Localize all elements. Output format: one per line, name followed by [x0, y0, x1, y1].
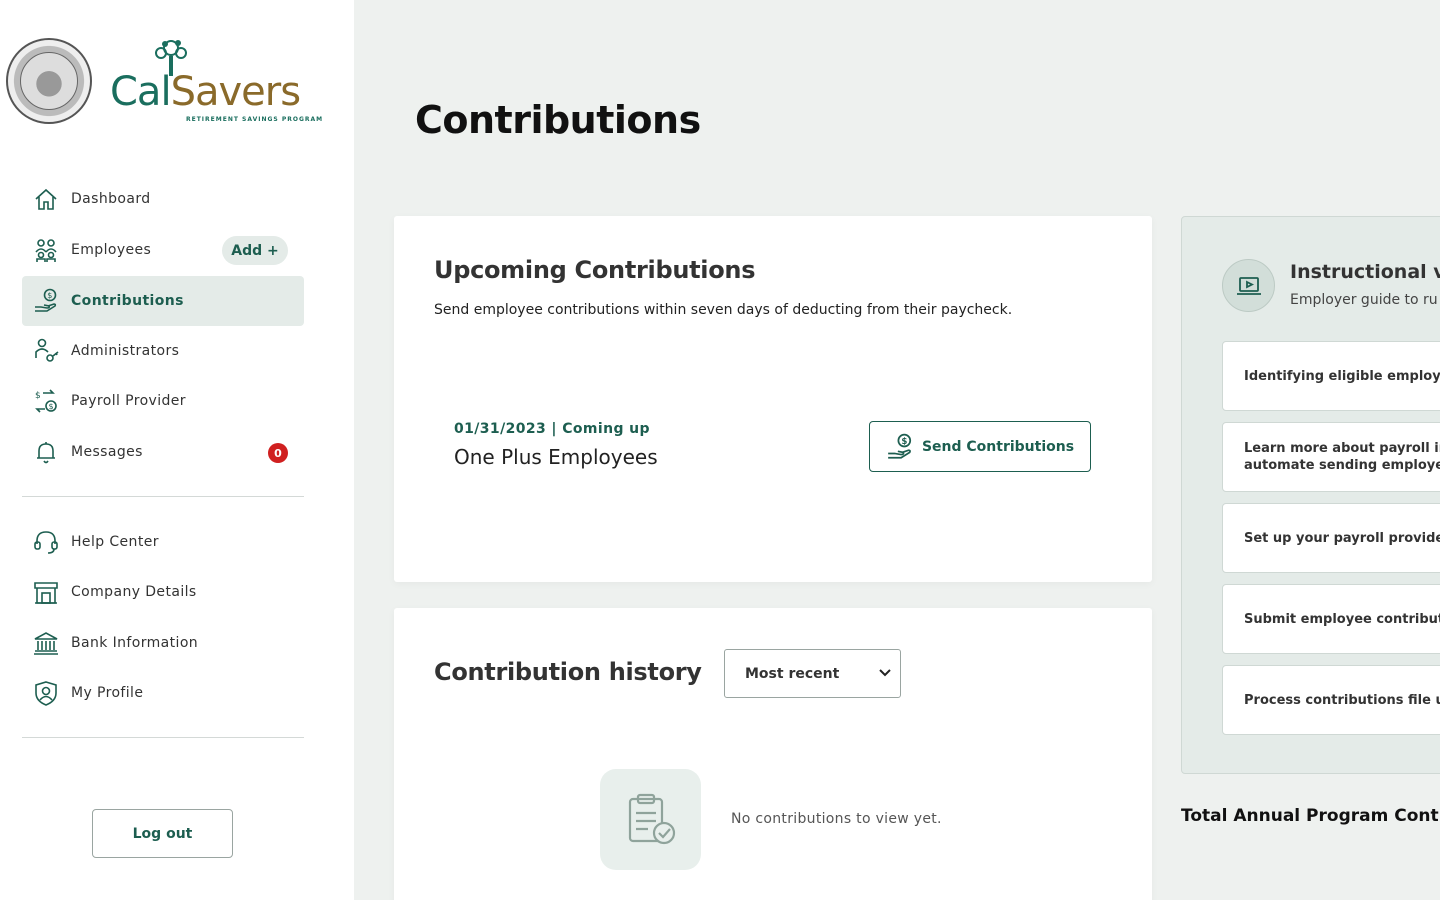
chevron-down-icon	[879, 669, 891, 677]
video-link-submit-contributions[interactable]: Submit employee contribut	[1222, 584, 1440, 654]
send-contributions-button[interactable]: $ Send Contributions	[869, 421, 1091, 472]
svg-text:$: $	[901, 436, 907, 446]
upcoming-contributions-description: Send employee contributions within seven…	[434, 302, 1013, 318]
send-contributions-label: Send Contributions	[921, 438, 1075, 455]
sidebar-item-contributions[interactable]: $ Contributions	[22, 276, 304, 326]
sidebar-item-my-profile[interactable]: My Profile	[22, 668, 304, 718]
sidebar-item-label: Employees	[71, 242, 152, 258]
contribution-history-title: Contribution history	[434, 658, 702, 686]
add-employee-button[interactable]: Add +	[222, 236, 288, 265]
logout-button[interactable]: Log out	[92, 809, 233, 858]
state-seal-icon	[6, 38, 92, 124]
sidebar-item-label: Payroll Provider	[71, 393, 186, 409]
people-icon	[32, 236, 60, 264]
payroll-group-name: One Plus Employees	[454, 445, 658, 469]
sidebar-item-help-center[interactable]: Help Center	[22, 517, 304, 567]
empty-state-illustration	[600, 769, 701, 870]
sidebar-item-label: Dashboard	[71, 191, 151, 207]
svg-text:$: $	[47, 291, 52, 300]
history-sort-value: Most recent	[745, 665, 840, 682]
sidebar-item-label: Bank Information	[71, 635, 199, 651]
video-link-process-contributions-file[interactable]: Process contributions file u	[1222, 665, 1440, 735]
upcoming-contributions-title: Upcoming Contributions	[434, 256, 756, 284]
home-icon	[32, 185, 60, 213]
brand-tagline: RETIREMENT SAVINGS PROGRAM	[186, 116, 324, 123]
payroll-exchange-icon: $ $	[32, 387, 60, 415]
admin-key-icon	[32, 337, 60, 365]
bell-icon	[32, 438, 60, 466]
profile-shield-icon	[32, 679, 60, 707]
total-annual-contributions-title: Total Annual Program Cont	[1181, 806, 1439, 826]
hand-dollar-icon: $	[888, 433, 912, 459]
storefront-icon	[32, 578, 60, 606]
bank-icon	[32, 629, 60, 657]
sidebar-item-label: Messages	[71, 444, 143, 460]
instructional-videos-panel: Instructional vi Employer guide to ru Id…	[1181, 216, 1440, 774]
right-column: Instructional vi Employer guide to ru Id…	[1160, 0, 1440, 900]
video-link-setup-payroll-provider[interactable]: Set up your payroll provider	[1222, 503, 1440, 573]
sidebar-item-dashboard[interactable]: Dashboard	[22, 174, 304, 224]
sidebar-item-employees[interactable]: Employees Add +	[22, 225, 304, 275]
contribution-history-card: Contribution history Most recent No cont…	[394, 608, 1152, 900]
sidebar-item-label: My Profile	[71, 685, 144, 701]
instructional-videos-title: Instructional vi	[1290, 261, 1440, 283]
svg-text:$: $	[49, 402, 54, 411]
video-link-identifying-eligible[interactable]: Identifying eligible employe	[1222, 341, 1440, 411]
sidebar-item-administrators[interactable]: Administrators	[22, 326, 304, 376]
hand-dollar-icon: $	[32, 287, 60, 315]
sidebar-item-label: Help Center	[71, 534, 159, 550]
empty-state-text: No contributions to view yet.	[731, 811, 942, 827]
svg-text:$: $	[35, 391, 41, 401]
video-link-payroll-integration[interactable]: Learn more about payroll in automate sen…	[1222, 422, 1440, 492]
history-sort-select[interactable]: Most recent	[724, 649, 901, 698]
messages-count-badge: 0	[268, 443, 288, 463]
sidebar: CalSavers RETIREMENT SAVINGS PROGRAM Das…	[0, 0, 354, 900]
upcoming-contributions-card: Upcoming Contributions Send employee con…	[394, 216, 1152, 582]
instructional-videos-subtitle: Employer guide to ru	[1290, 292, 1438, 308]
contribution-date-status: 01/31/2023 | Coming up	[454, 421, 650, 437]
video-laptop-icon	[1222, 259, 1275, 312]
sidebar-item-label: Company Details	[71, 584, 197, 600]
calsavers-logo[interactable]: CalSavers RETIREMENT SAVINGS PROGRAM	[6, 38, 326, 128]
sidebar-item-label: Contributions	[71, 293, 184, 309]
sidebar-item-bank-information[interactable]: Bank Information	[22, 618, 304, 668]
sidebar-divider	[22, 496, 304, 497]
sidebar-item-company-details[interactable]: Company Details	[22, 567, 304, 617]
sidebar-divider	[22, 737, 304, 738]
headset-icon	[32, 528, 60, 556]
page-title: Contributions	[415, 98, 701, 142]
sidebar-item-payroll-provider[interactable]: $ $ Payroll Provider	[22, 376, 304, 426]
sidebar-item-messages[interactable]: Messages 0	[22, 427, 304, 477]
sidebar-item-label: Administrators	[71, 343, 180, 359]
clipboard-check-icon	[628, 793, 675, 844]
brand-wordmark: CalSavers	[110, 69, 301, 115]
